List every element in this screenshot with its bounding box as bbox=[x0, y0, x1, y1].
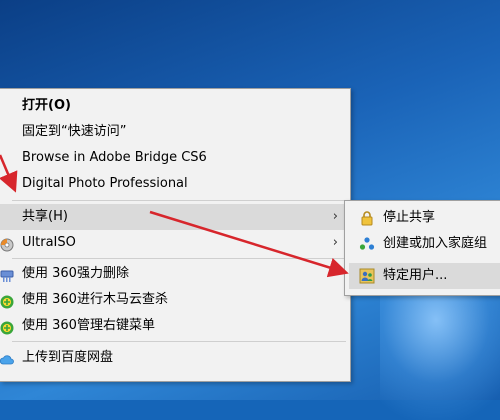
lock-icon bbox=[359, 210, 375, 226]
menu-item-share-label: 共享(H) bbox=[22, 209, 68, 224]
menu-item-baidu-upload[interactable]: 上传到百度网盘 bbox=[0, 345, 350, 371]
shredder-icon bbox=[0, 267, 14, 282]
360-security-icon bbox=[0, 319, 14, 335]
menu-item-digital-photo[interactable]: Digital Photo Professional bbox=[0, 171, 350, 197]
users-icon bbox=[359, 268, 375, 284]
chevron-right-icon: › bbox=[332, 235, 338, 250]
baidu-cloud-icon bbox=[0, 351, 14, 365]
menu-item-ultraiso-label: UltraISO bbox=[22, 235, 76, 250]
homegroup-icon bbox=[359, 236, 375, 252]
submenu-homegroup-label: 创建或加入家庭组 bbox=[383, 236, 488, 251]
menu-item-ultraiso[interactable]: UltraISO › bbox=[0, 230, 350, 256]
submenu-specific-people-label: 特定用户... bbox=[383, 268, 448, 283]
menu-item-360-manage[interactable]: 使用 360管理右键菜单 bbox=[0, 313, 350, 339]
menu-item-360-manage-label: 使用 360管理右键菜单 bbox=[22, 318, 155, 333]
menu-item-pin-label: 固定到“快速访问” bbox=[22, 124, 127, 139]
menu-item-pin-quick-access[interactable]: 固定到“快速访问” bbox=[0, 119, 350, 145]
submenu-item-stop-sharing[interactable]: 停止共享 bbox=[345, 205, 500, 231]
menu-item-dpp-label: Digital Photo Professional bbox=[22, 176, 188, 191]
menu-item-adobe-bridge[interactable]: Browse in Adobe Bridge CS6 bbox=[0, 145, 350, 171]
chevron-right-icon: › bbox=[332, 209, 338, 224]
share-submenu: 停止共享 创建或加入家庭组 特定用户... bbox=[344, 200, 500, 296]
menu-item-360-delete[interactable]: 使用 360强力删除 bbox=[0, 261, 350, 287]
menu-item-share[interactable]: 共享(H) › bbox=[0, 204, 350, 230]
menu-separator bbox=[12, 258, 346, 259]
menu-separator bbox=[12, 341, 346, 342]
menu-separator bbox=[12, 200, 346, 201]
submenu-item-specific-people[interactable]: 特定用户... bbox=[349, 263, 500, 289]
menu-item-bridge-label: Browse in Adobe Bridge CS6 bbox=[22, 150, 207, 165]
menu-item-open-label: 打开(O) bbox=[22, 98, 71, 113]
menu-item-360-scan-label: 使用 360进行木马云查杀 bbox=[22, 292, 168, 307]
submenu-stop-sharing-label: 停止共享 bbox=[383, 210, 436, 225]
menu-item-360-delete-label: 使用 360强力删除 bbox=[22, 266, 129, 281]
context-menu: 打开(O) 固定到“快速访问” Browse in Adobe Bridge C… bbox=[0, 88, 351, 382]
submenu-item-homegroup[interactable]: 创建或加入家庭组 bbox=[345, 231, 500, 257]
menu-item-baidu-label: 上传到百度网盘 bbox=[22, 350, 114, 365]
ultraiso-disc-icon bbox=[0, 236, 14, 252]
menu-item-360-scan[interactable]: 使用 360进行木马云查杀 bbox=[0, 287, 350, 313]
menu-item-open[interactable]: 打开(O) bbox=[0, 93, 350, 119]
360-security-icon bbox=[0, 293, 14, 309]
